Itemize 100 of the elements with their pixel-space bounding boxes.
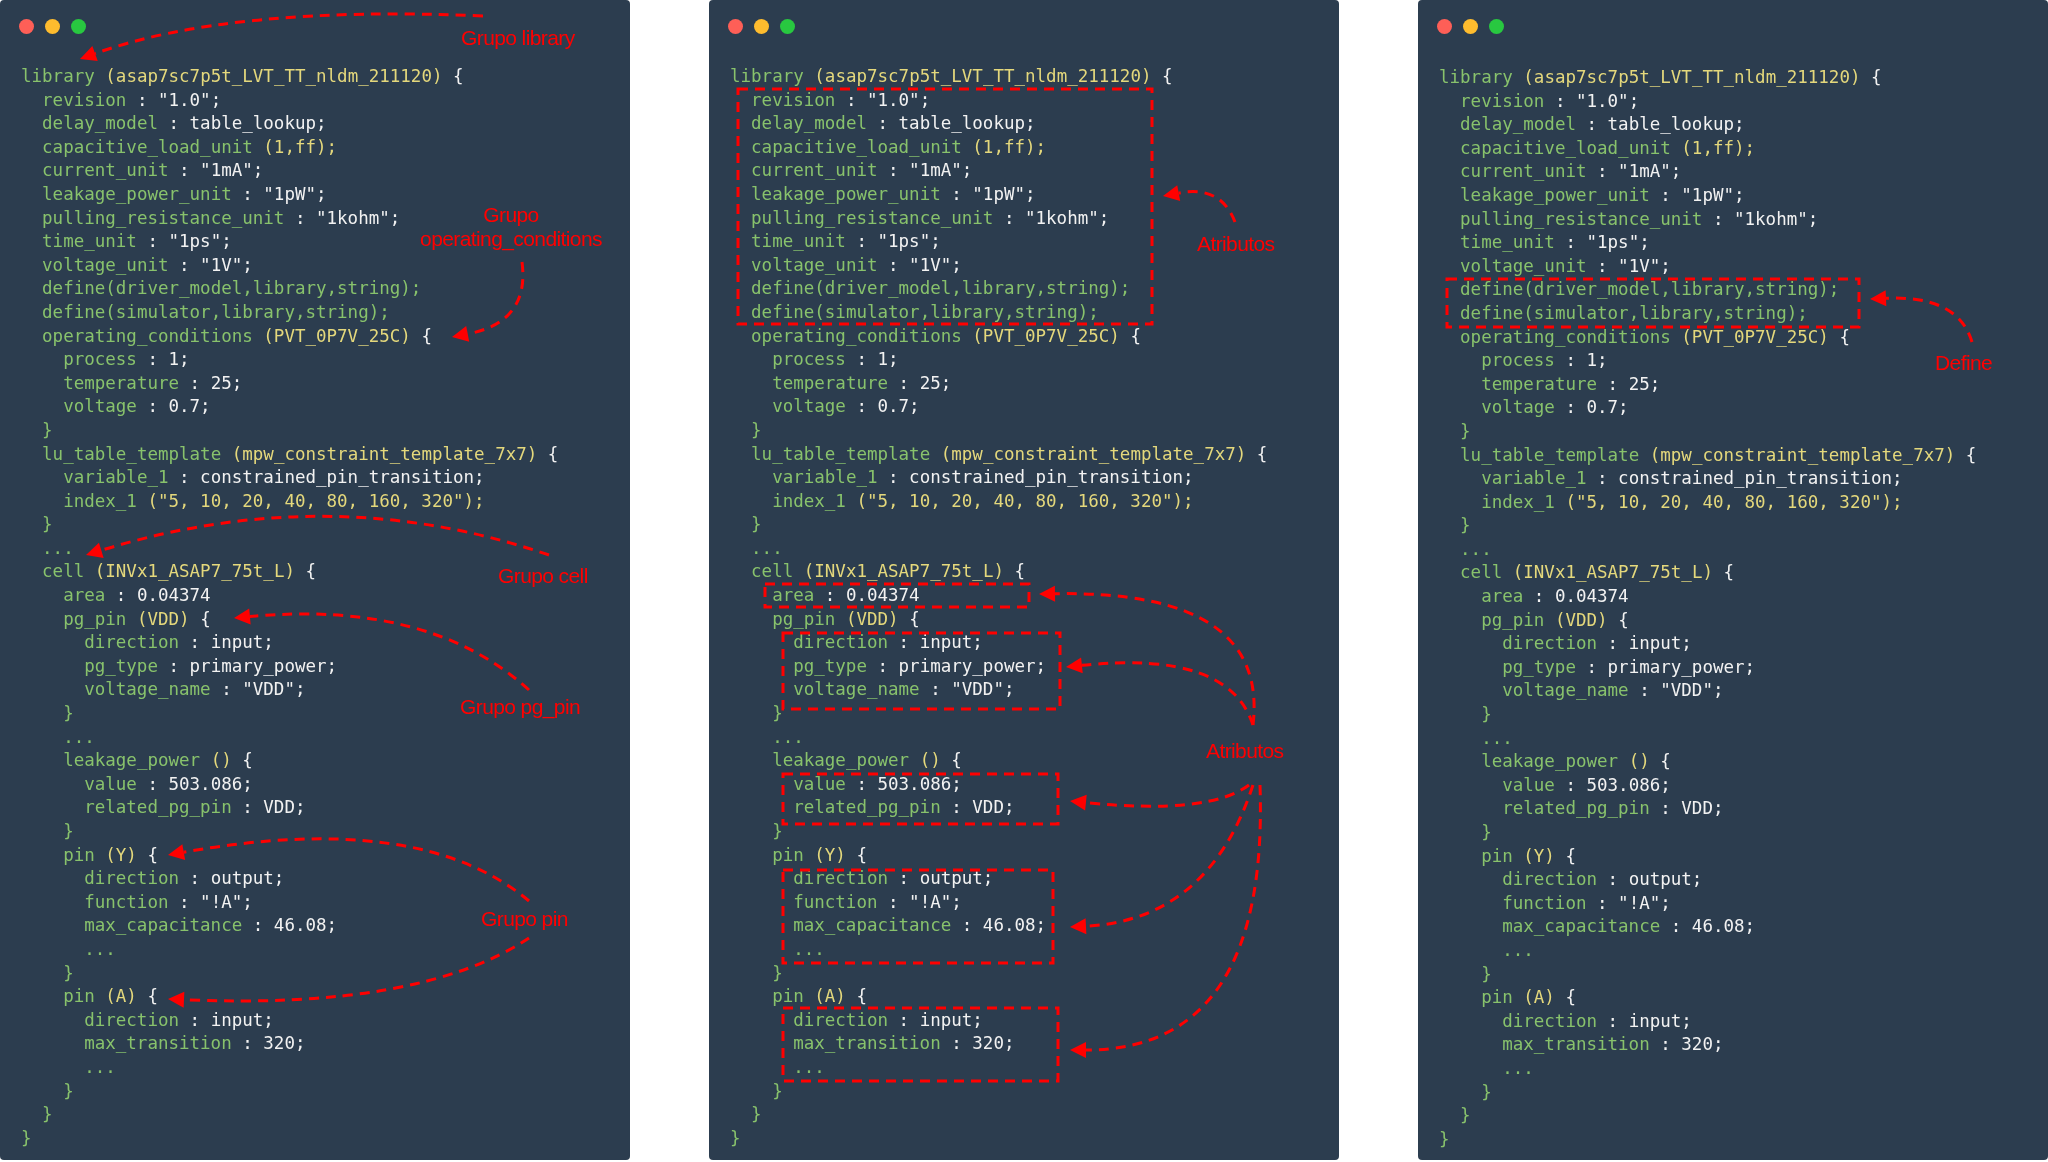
code-line: direction : input;	[793, 631, 983, 655]
code-line: pg_type : primary_power;	[84, 654, 338, 678]
code-line: }	[1460, 514, 1471, 538]
close-button[interactable]	[1437, 19, 1452, 34]
close-button[interactable]	[19, 19, 34, 34]
code-line: }	[63, 961, 74, 985]
code-line: }	[63, 702, 74, 726]
code-line: voltage_unit : "1V";	[1460, 254, 1671, 278]
code-line: define(simulator,library,string);	[751, 300, 1099, 324]
code-line: }	[730, 1126, 741, 1150]
code-line: variable_1 : constrained_pin_transition;	[63, 466, 485, 490]
annotation-label: Grupo pin	[481, 906, 568, 932]
code-line: }	[1439, 1127, 1450, 1151]
code-line: }	[1460, 419, 1471, 443]
code-line: ...	[1502, 938, 1534, 962]
code-line: ...	[1460, 537, 1492, 561]
code-line: }	[772, 961, 783, 985]
code-line: leakage_power_unit : "1pW";	[42, 182, 327, 206]
code-line: lu_table_template (mpw_constraint_template_7x7) {	[1460, 443, 1977, 467]
code-line: direction : input;	[84, 1008, 274, 1032]
code-line: ...	[1481, 726, 1513, 750]
code-line: max_transition : 320;	[793, 1032, 1015, 1056]
code-line: voltage : 0.7;	[63, 395, 211, 419]
code-line: related_pg_pin : VDD;	[84, 796, 306, 820]
code-line: delay_model : table_lookup;	[1460, 113, 1745, 137]
code-line: }	[1481, 821, 1492, 844]
code-line: leakage_power_unit : "1pW";	[1460, 183, 1745, 207]
code-line: function : "!A";	[1502, 891, 1671, 915]
code-line: variable_1 : constrained_pin_transition;	[772, 466, 1194, 490]
code-line: }	[1460, 1104, 1471, 1128]
code-line: direction : output;	[84, 867, 285, 891]
annotation-label: Grupo operating_conditions	[419, 203, 603, 251]
code-line: define(simulator,library,string);	[42, 300, 390, 324]
code-line: delay_model : table_lookup;	[751, 112, 1036, 136]
code-line: pg_pin (VDD) {	[772, 607, 920, 631]
code-line: operating_conditions (PVT_0P7V_25C) {	[751, 324, 1141, 348]
code-line: direction : output;	[793, 867, 994, 891]
code-line: index_1 ("5, 10, 20, 40, 80, 160, 320");	[1481, 490, 1903, 514]
minimize-button[interactable]	[754, 19, 769, 34]
code-line: library (asap7sc7p5t_LVT_TT_nldm_211120) {	[1439, 66, 1882, 89]
maximize-button[interactable]	[780, 19, 795, 34]
code-line: pg_pin (VDD) {	[1481, 608, 1629, 632]
code-line: library (asap7sc7p5t_LVT_TT_nldm_211120) {	[21, 65, 464, 88]
code-line: }	[21, 1126, 32, 1150]
code-line: }	[1481, 962, 1492, 986]
code-line: current_unit : "1mA";	[42, 159, 264, 183]
code-line: time_unit : "1ps";	[1460, 231, 1650, 255]
code-line: pg_pin (VDD) {	[63, 607, 211, 631]
code-line: time_unit : "1ps";	[42, 230, 232, 254]
maximize-button[interactable]	[1489, 19, 1504, 34]
annotation-label: Grupo cell	[498, 563, 588, 589]
code-line: process : 1;	[772, 348, 899, 372]
code-line: ...	[793, 1055, 825, 1079]
code-line: variable_1 : constrained_pin_transition;	[1481, 467, 1903, 491]
code-line: pin (Y) {	[63, 843, 158, 867]
code-line: operating_conditions (PVT_0P7V_25C) {	[1460, 325, 1850, 349]
code-line: current_unit : "1mA";	[751, 159, 973, 183]
code-line: cell (INVx1_ASAP7_75t_L) {	[42, 560, 317, 584]
code-line: max_capacitance : 46.08;	[793, 914, 1047, 938]
code-line: function : "!A";	[84, 890, 253, 914]
code-line: capacitive_load_unit (1,ff);	[751, 135, 1047, 159]
code-line: direction : input;	[793, 1008, 983, 1032]
code-line: area : 0.04374	[1481, 585, 1629, 609]
annotation-label: Define	[1935, 350, 1993, 376]
code-line: }	[42, 418, 53, 442]
code-line: ...	[751, 536, 783, 560]
code-line: pin (Y) {	[772, 843, 867, 867]
code-line: pulling_resistance_unit : "1kohm";	[751, 206, 1110, 230]
code-line: cell (INVx1_ASAP7_75t_L) {	[1460, 561, 1735, 585]
code-line: }	[1481, 703, 1492, 727]
code-line: revision : "1.0";	[42, 88, 222, 112]
code-line: ...	[772, 725, 804, 749]
code-line: operating_conditions (PVT_0P7V_25C) {	[42, 324, 432, 348]
minimize-button[interactable]	[45, 19, 60, 34]
code-line: leakage_power () {	[772, 749, 962, 773]
minimize-button[interactable]	[1463, 19, 1478, 34]
code-line: direction : output;	[1502, 868, 1703, 892]
code-line: define(driver_model,library,string);	[1460, 278, 1840, 302]
code-line: pulling_resistance_unit : "1kohm";	[42, 206, 401, 230]
code-line: ...	[1502, 1056, 1534, 1080]
code-line: }	[751, 418, 762, 442]
close-button[interactable]	[728, 19, 743, 34]
code-line: pin (A) {	[63, 985, 158, 1009]
code-line: voltage : 0.7;	[772, 395, 920, 419]
code-line: current_unit : "1mA";	[1460, 160, 1682, 184]
code-line: max_transition : 320;	[1502, 1033, 1724, 1057]
code-line: }	[772, 820, 783, 843]
code-line: area : 0.04374	[772, 584, 920, 608]
code-line: voltage_name : "VDD";	[793, 678, 1015, 702]
code-line: max_capacitance : 46.08;	[1502, 915, 1756, 939]
code-line: value : 503.086;	[793, 772, 962, 796]
code-line: voltage_unit : "1V";	[751, 253, 962, 277]
annotation-label: Atributos	[1206, 738, 1284, 764]
annotation-label: Atributos	[1197, 231, 1275, 257]
code-line: voltage : 0.7;	[1481, 396, 1629, 420]
maximize-button[interactable]	[71, 19, 86, 34]
code-line: pg_type : primary_power;	[793, 654, 1047, 678]
code-line: lu_table_template (mpw_constraint_template_7x7) {	[751, 442, 1268, 466]
code-line: area : 0.04374	[63, 584, 211, 608]
code-line: capacitive_load_unit (1,ff);	[1460, 136, 1756, 160]
